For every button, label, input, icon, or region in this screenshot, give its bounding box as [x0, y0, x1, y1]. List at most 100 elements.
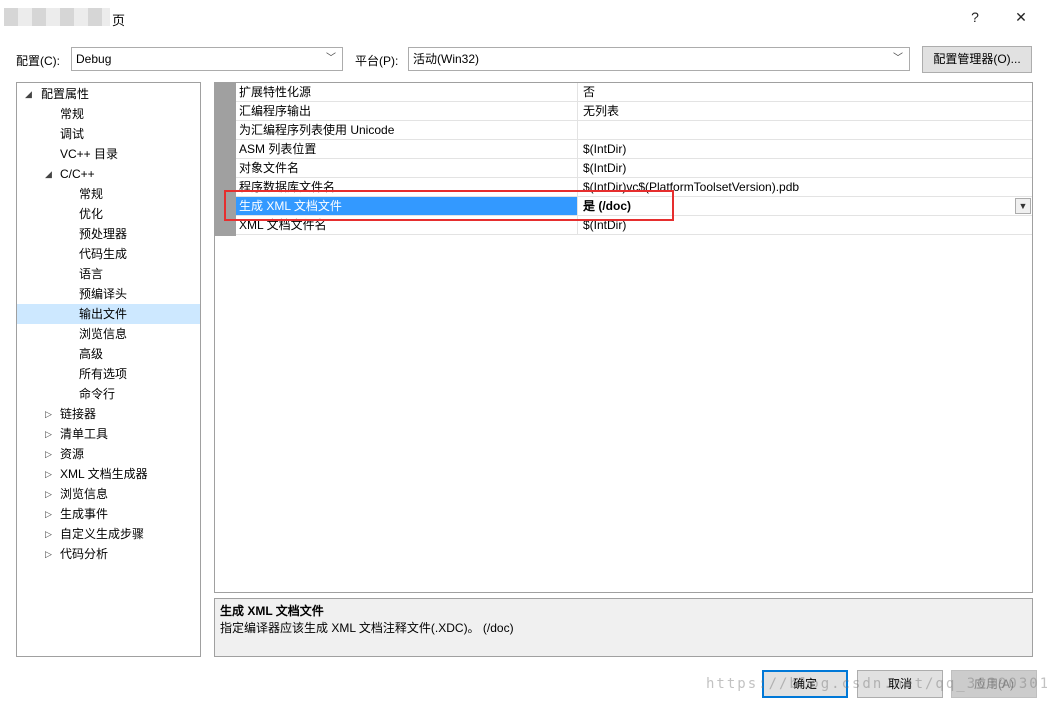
- tree-item[interactable]: 优化: [17, 204, 200, 224]
- description-text: 指定编译器应该生成 XML 文档注释文件(.XDC)。 (/doc): [220, 621, 514, 635]
- property-row[interactable]: 程序数据库文件名 $(IntDir)vc$(PlatformToolsetVers…: [236, 178, 1032, 197]
- tree-item[interactable]: ▷ 链接器: [17, 404, 200, 424]
- platform-combo[interactable]: 活动(Win32) ﹀: [408, 47, 910, 71]
- property-name: ASM 列表位置: [239, 142, 317, 156]
- property-value[interactable]: $(IntDir)vc$(PlatformToolsetVersion).pdb: [579, 178, 799, 196]
- property-value[interactable]: 是 (/doc): [579, 197, 631, 215]
- column-divider[interactable]: [577, 140, 578, 159]
- column-divider[interactable]: [577, 197, 578, 216]
- property-value[interactable]: $(IntDir): [579, 140, 626, 158]
- tree-item-label: 代码生成: [79, 247, 128, 261]
- tree-item-label: 链接器: [60, 407, 97, 421]
- description-title: 生成 XML 文档文件: [220, 604, 324, 618]
- tree-item-label: 所有选项: [79, 367, 128, 381]
- dropdown-arrow-icon[interactable]: ▼: [1015, 198, 1031, 214]
- tree-item-label: 预处理器: [79, 227, 128, 241]
- tree-item-label: VC++ 目录: [60, 147, 119, 161]
- column-divider[interactable]: [577, 102, 578, 121]
- property-name: 扩展特性化源: [239, 85, 312, 99]
- config-label: 配置(C):: [16, 54, 60, 68]
- watermark: https://blog.csdn.net/qq_36390301: [706, 676, 1047, 692]
- title-bar: 页 ? ✕: [0, 0, 1047, 36]
- tree-item[interactable]: ▷ 资源: [17, 444, 200, 464]
- tree-item[interactable]: 高级: [17, 344, 200, 364]
- chevron-down-icon: ﹀: [893, 53, 903, 64]
- tree-item[interactable]: 预编译头: [17, 284, 200, 304]
- tree-item[interactable]: VC++ 目录: [17, 144, 200, 164]
- property-row[interactable]: 扩展特性化源 否: [236, 83, 1032, 102]
- tree-item-label: XML 文档生成器: [60, 467, 148, 481]
- tree-item[interactable]: ▷ 生成事件: [17, 504, 200, 524]
- grid-gutter: [215, 83, 236, 236]
- tree-item[interactable]: 预处理器: [17, 224, 200, 244]
- tree-item[interactable]: 常规: [17, 104, 200, 124]
- config-combo-value: Debug: [76, 52, 112, 66]
- help-icon[interactable]: ?: [960, 6, 990, 28]
- property-row[interactable]: XML 文档文件名 $(IntDir): [236, 216, 1032, 235]
- tree-item[interactable]: 调试: [17, 124, 200, 144]
- tree-item[interactable]: ◢ 配置属性: [17, 84, 200, 104]
- platform-label: 平台(P):: [355, 54, 399, 68]
- column-divider[interactable]: [577, 83, 578, 102]
- collapsed-arrow-icon[interactable]: ▷: [45, 524, 52, 544]
- platform-combo-value: 活动(Win32): [413, 52, 480, 66]
- tree-item-label: 生成事件: [60, 507, 109, 521]
- chevron-down-icon: ﹀: [326, 53, 336, 64]
- tree-item-label: 高级: [79, 347, 104, 361]
- tree-item[interactable]: ▷ XML 文档生成器: [17, 464, 200, 484]
- tree-item[interactable]: 所有选项: [17, 364, 200, 384]
- collapsed-arrow-icon[interactable]: ▷: [45, 444, 52, 464]
- tree-item[interactable]: ▷ 浏览信息: [17, 484, 200, 504]
- property-row[interactable]: 生成 XML 文档文件 是 (/doc) ▼: [236, 197, 1032, 216]
- expanded-arrow-icon[interactable]: ◢: [25, 84, 32, 104]
- tree-item-label: 调试: [60, 127, 85, 141]
- collapsed-arrow-icon[interactable]: ▷: [45, 544, 52, 564]
- property-row[interactable]: 对象文件名 $(IntDir): [236, 159, 1032, 178]
- tree-item[interactable]: ▷ 自定义生成步骤: [17, 524, 200, 544]
- tree-item[interactable]: ▷ 代码分析: [17, 544, 200, 564]
- property-value[interactable]: $(IntDir): [579, 159, 626, 177]
- collapsed-arrow-icon[interactable]: ▷: [45, 424, 52, 444]
- property-row[interactable]: ASM 列表位置 $(IntDir): [236, 140, 1032, 159]
- column-divider[interactable]: [577, 178, 578, 197]
- property-grid[interactable]: 扩展特性化源 否汇编程序输出 无列表为汇编程序列表使用 Unicode ASM 列表位…: [214, 82, 1033, 593]
- property-tree[interactable]: ◢ 配置属性 常规 调试 VC++ 目录 ◢ C/C++ 常规 优化 预处理器 代码生成 语言 预编译头…: [16, 82, 201, 657]
- property-value[interactable]: $(IntDir): [579, 216, 626, 234]
- config-combo[interactable]: Debug ﹀: [71, 47, 343, 71]
- tree-item[interactable]: 语言: [17, 264, 200, 284]
- property-name: 汇编程序输出: [239, 104, 312, 118]
- background-window-edge: [0, 36, 8, 516]
- property-name: 为汇编程序列表使用 Unicode: [239, 123, 395, 137]
- column-divider[interactable]: [577, 121, 578, 140]
- property-row[interactable]: 为汇编程序列表使用 Unicode: [236, 121, 1032, 140]
- tree-item-label: 常规: [60, 107, 85, 121]
- collapsed-arrow-icon[interactable]: ▷: [45, 504, 52, 524]
- property-row[interactable]: 汇编程序输出 无列表: [236, 102, 1032, 121]
- property-value[interactable]: 否: [579, 83, 595, 101]
- property-value[interactable]: 无列表: [579, 102, 619, 120]
- collapsed-arrow-icon[interactable]: ▷: [45, 484, 52, 504]
- tree-item[interactable]: 代码生成: [17, 244, 200, 264]
- close-icon[interactable]: ✕: [1006, 6, 1036, 28]
- tree-item-label: 输出文件: [79, 307, 128, 321]
- config-manager-button[interactable]: 配置管理器(O)...: [922, 46, 1032, 73]
- tree-item-label: 预编译头: [79, 287, 128, 301]
- tree-item[interactable]: ▷ 清单工具: [17, 424, 200, 444]
- column-divider[interactable]: [577, 216, 578, 235]
- tree-item-label: 自定义生成步骤: [60, 527, 145, 541]
- tree-item-label: 语言: [79, 267, 104, 281]
- tree-item[interactable]: 输出文件: [17, 304, 200, 324]
- property-name: 生成 XML 文档文件: [239, 199, 342, 213]
- collapsed-arrow-icon[interactable]: ▷: [45, 464, 52, 484]
- tree-item[interactable]: 常规: [17, 184, 200, 204]
- tree-item[interactable]: 命令行: [17, 384, 200, 404]
- property-name: 对象文件名: [239, 161, 300, 175]
- tree-item-label: 浏览信息: [79, 327, 128, 341]
- column-divider[interactable]: [577, 159, 578, 178]
- tree-item[interactable]: 浏览信息: [17, 324, 200, 344]
- collapsed-arrow-icon[interactable]: ▷: [45, 404, 52, 424]
- description-pane: 生成 XML 文档文件 指定编译器应该生成 XML 文档注释文件(.XDC)。 …: [214, 598, 1033, 657]
- property-name: XML 文档文件名: [239, 218, 327, 232]
- tree-item[interactable]: ◢ C/C++: [17, 164, 200, 184]
- expanded-arrow-icon[interactable]: ◢: [45, 164, 52, 184]
